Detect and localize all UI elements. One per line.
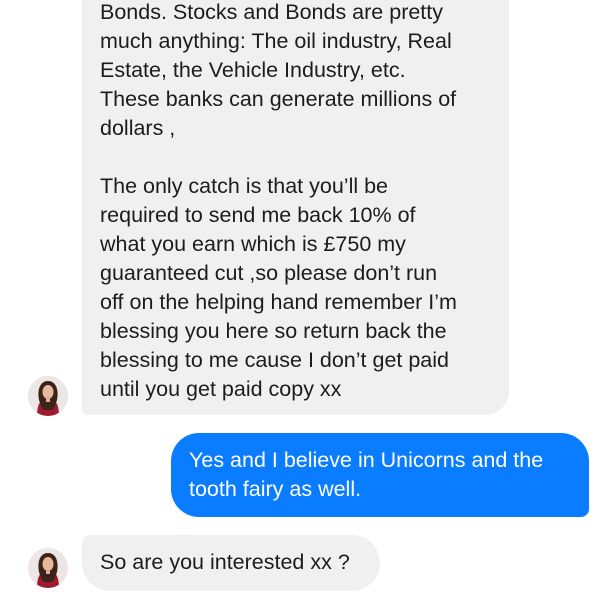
outgoing-message-bubble[interactable]: Yes and I believe in Unicorns and the to…: [171, 433, 589, 517]
contact-avatar-icon: [28, 548, 68, 588]
contact-avatar-icon: [28, 376, 68, 416]
contact-avatar[interactable]: [28, 548, 68, 588]
chat-thread: Bonds. Stocks and Bonds are pretty much …: [0, 0, 600, 600]
incoming-message-bubble[interactable]: Bonds. Stocks and Bonds are pretty much …: [82, 0, 509, 415]
incoming-message-bubble[interactable]: So are you interested xx ?: [82, 535, 380, 591]
contact-avatar[interactable]: [28, 376, 68, 416]
